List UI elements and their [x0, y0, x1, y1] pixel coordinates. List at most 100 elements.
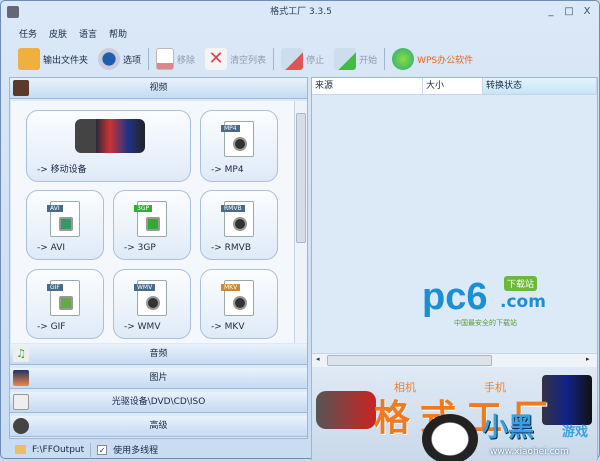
picture-icon [13, 370, 29, 386]
xiaohei-logo: 小黑 [482, 413, 535, 443]
tile-rmvb[interactable]: RMVB -> RMVB [200, 190, 278, 260]
tile-avi[interactable]: AVI -> AVI [26, 190, 104, 260]
tile-gif[interactable]: GIF -> GIF [26, 269, 104, 339]
app-icon [7, 6, 19, 18]
rmvb-file-icon: RMVB [221, 201, 254, 237]
wps-button[interactable]: WPS办公软件 [389, 46, 476, 72]
category-advanced[interactable]: 高级 [10, 416, 307, 437]
category-label: 图片 [149, 373, 168, 383]
wps-label: WPS办公软件 [417, 55, 474, 66]
tile-mobile-device[interactable]: -> 移动设备 [26, 110, 191, 182]
panda-mascot-image [422, 414, 478, 461]
pc6-logo-text: pc6 [422, 276, 488, 318]
minimize-button[interactable]: _ [543, 5, 559, 19]
tile-mkv[interactable]: MKV -> MKV [200, 269, 278, 339]
menu-help[interactable]: 帮助 [109, 27, 127, 40]
remove-label: 移除 [177, 55, 196, 66]
tile-label: -> RMVB [211, 243, 251, 253]
category-label: 光驱设备\DVD\CD\ISO [111, 397, 206, 407]
separator [273, 48, 275, 70]
disc-drive-icon [13, 394, 29, 410]
tile-3gp[interactable]: 3GP -> 3GP [113, 190, 191, 260]
output-path[interactable]: F:\FFOutput [32, 445, 84, 455]
category-audio[interactable]: ♫ 音频 [10, 344, 307, 365]
camcorder-image [316, 391, 376, 429]
tile-label: -> MP4 [211, 165, 244, 175]
menu-bar: 任务 皮肤 语言 帮助 [19, 27, 127, 40]
scroll-thumb[interactable] [327, 355, 492, 366]
stop-label: 停止 [306, 55, 325, 66]
mp4-file-icon: MP4 [221, 121, 254, 157]
category-video[interactable]: 视频 [10, 78, 307, 99]
ad-banner[interactable]: 相机 手机 格式工厂 小黑 游戏 www.xiaohei.com [312, 369, 597, 461]
separator [384, 48, 386, 70]
tile-mp4[interactable]: MP4 -> MP4 [200, 110, 278, 182]
multithread-checkbox[interactable]: ✓ [97, 444, 108, 455]
maximize-button[interactable]: □ [561, 5, 577, 19]
gif-file-icon: GIF [47, 280, 80, 316]
tile-label: -> WMV [124, 322, 161, 332]
clear-x-icon: ✕ [205, 48, 228, 70]
folder-icon [18, 48, 40, 70]
badge: WMV [134, 284, 156, 291]
avi-file-icon: AVI [47, 201, 80, 237]
tile-label: -> GIF [37, 322, 66, 332]
menu-language[interactable]: 语言 [79, 27, 97, 40]
scroll-right-arrow[interactable]: ▸ [586, 355, 590, 363]
horizontal-scrollbar[interactable]: ◂ ▸ [312, 353, 597, 367]
toolbar: 输出文件夹 选项 移除 ✕ 清空列表 停止 开始 WPS办公软件 [15, 46, 476, 72]
badge: GIF [47, 284, 63, 291]
wmv-file-icon: WMV [134, 280, 167, 316]
list-header: 来源 大小 转换状态 [312, 78, 597, 95]
category-label: 高级 [149, 421, 168, 431]
music-note-icon: ♫ [13, 346, 29, 362]
mkv-file-icon: MKV [221, 280, 254, 316]
scroll-thumb[interactable] [296, 113, 306, 243]
format-grid: -> 移动设备 MP4 -> MP4 AVI -> AVI 3GP -> 3GP RM… [11, 101, 294, 343]
film-icon [13, 80, 29, 96]
output-folder-label: 输出文件夹 [43, 55, 89, 66]
tile-wmv[interactable]: WMV -> WMV [113, 269, 191, 339]
badge: AVI [47, 205, 63, 212]
category-label: 音频 [149, 349, 168, 359]
status-bar: F:\FFOutput ✓ 使用多线程 [9, 441, 308, 458]
start-icon [334, 48, 357, 70]
category-picture[interactable]: 图片 [10, 368, 307, 389]
category-optical-drive[interactable]: 光驱设备\DVD\CD\ISO [10, 392, 307, 413]
remove-button[interactable]: 移除 [153, 46, 198, 72]
column-size[interactable]: 大小 [423, 78, 483, 94]
app-window: 格式工厂 3.3.5 _ □ X 任务 皮肤 语言 帮助 输出文件夹 选项 移除… [0, 0, 600, 461]
window-title: 格式工厂 3.3.5 [270, 7, 332, 17]
category-label: 视频 [149, 83, 168, 93]
multithread-label: 使用多线程 [113, 446, 159, 456]
scroll-left-arrow[interactable]: ◂ [316, 355, 320, 363]
separator [90, 442, 92, 457]
badge: MKV [221, 284, 241, 291]
menu-skin[interactable]: 皮肤 [49, 27, 67, 40]
separator [148, 48, 150, 70]
start-button[interactable]: 开始 [331, 46, 380, 72]
pc6-badge: 下载站 [504, 276, 538, 291]
film-reel-icon [13, 418, 29, 434]
vertical-scrollbar[interactable] [294, 101, 307, 343]
menu-task[interactable]: 任务 [19, 27, 37, 40]
close-button[interactable]: X [579, 5, 595, 19]
tile-label: -> MKV [211, 322, 245, 332]
clear-list-button[interactable]: ✕ 清空列表 [202, 46, 269, 72]
conversion-panel: 视频 -> 移动设备 MP4 -> MP4 AVI -> AVI 3GP -> 3GP… [9, 77, 308, 439]
pc6-watermark: pc6 下载站 .com 中国最安全的下载站 [422, 268, 552, 338]
options-button[interactable]: 选项 [95, 46, 144, 72]
column-status[interactable]: 转换状态 [483, 78, 597, 94]
gear-icon [98, 48, 121, 70]
output-folder-button[interactable]: 输出文件夹 [15, 46, 91, 72]
stop-button[interactable]: 停止 [278, 46, 327, 72]
clear-list-label: 清空列表 [230, 55, 267, 66]
tile-label: -> AVI [37, 243, 66, 253]
start-label: 开始 [359, 55, 378, 66]
xiaohei-sub: 游戏 [562, 425, 589, 440]
tile-label: -> 3GP [124, 243, 156, 253]
badge: 3GP [134, 205, 153, 212]
column-source[interactable]: 来源 [312, 78, 423, 94]
stop-icon [281, 48, 304, 70]
task-list-panel: 来源 大小 转换状态 pc6 下载站 .com 中国最安全的下载站 ◂ ▸ 相机… [311, 77, 598, 461]
